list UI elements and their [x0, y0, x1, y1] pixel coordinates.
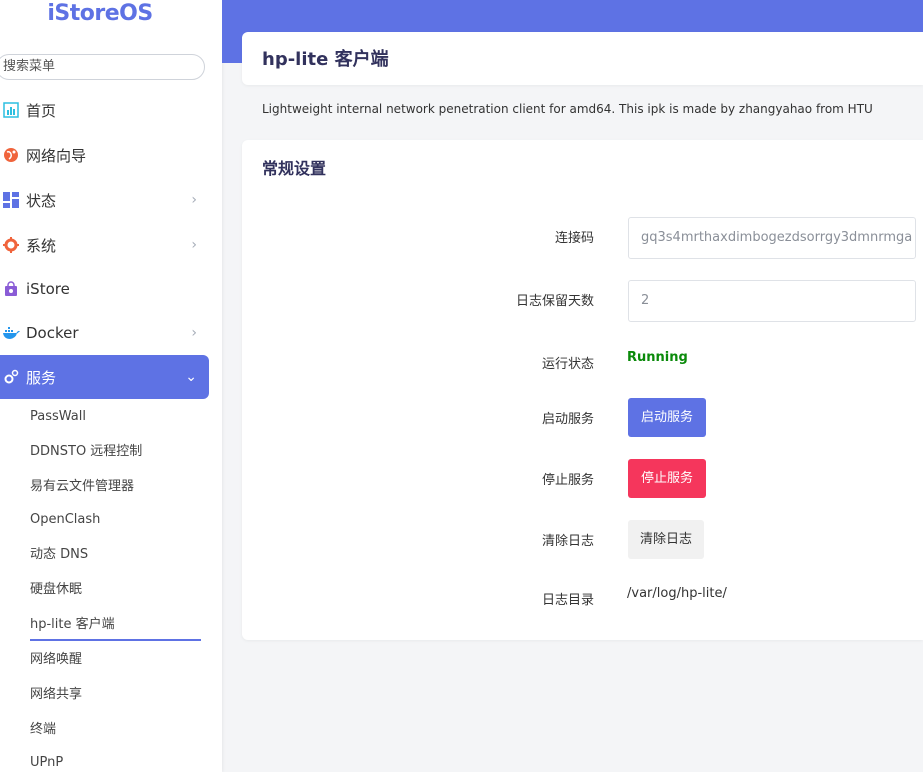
log-dir-value: /var/log/hp-lite/: [627, 586, 727, 601]
app-logo[interactable]: iStoreOS: [0, 0, 200, 30]
settings-section: 常规设置: [242, 140, 923, 640]
sub-item-ddns[interactable]: 动态 DNS: [30, 545, 88, 565]
nav-item-status[interactable]: 状态 ›: [0, 178, 209, 222]
sub-item-passwall[interactable]: PassWall: [30, 407, 86, 427]
log-days-input[interactable]: 2: [628, 280, 916, 322]
log-dir-label: 日志目录: [541, 593, 594, 608]
log-days-label: 日志保留天数: [515, 294, 594, 309]
run-status-label: 运行状态: [541, 357, 594, 372]
conn-code-label: 连接码: [554, 231, 594, 246]
nav-item-label: 状态: [26, 191, 57, 210]
chevron-right-icon: ›: [191, 237, 197, 253]
section-title: 常规设置: [262, 159, 327, 178]
chevron-down-icon: ⌄: [185, 369, 197, 385]
stop-service-label: 停止服务: [541, 473, 594, 488]
docker-whale-icon: [0, 326, 26, 340]
nav-item-label: iStore: [26, 280, 70, 298]
sidebar: iStoreOS 搜索菜单 首页 网络向导 状态 › 系统 › iStore D…: [0, 0, 222, 772]
page-description: Lightweight internal network penetration…: [262, 102, 873, 116]
dashboard-icon: [0, 192, 26, 208]
clear-log-button[interactable]: 清除日志: [628, 520, 704, 559]
home-chart-icon: [0, 102, 26, 118]
globe-icon: [0, 147, 26, 163]
conn-code-input[interactable]: gq3s4mrthaxdimbogezdsorrgy3dmnrmga: [628, 217, 916, 259]
sub-item-linkease[interactable]: 易有云文件管理器: [30, 477, 134, 497]
nav-item-home[interactable]: 首页: [0, 88, 209, 132]
page-title-card: hp-lite 客户端: [242, 32, 923, 85]
sub-item-disk-sleep[interactable]: 硬盘休眠: [30, 580, 82, 600]
nav-item-label: 首页: [26, 101, 57, 120]
store-bag-icon: [0, 281, 26, 297]
clear-log-label: 清除日志: [541, 534, 594, 549]
nav-item-label: 服务: [26, 368, 57, 387]
sub-item-wake-on-lan[interactable]: 网络唤醒: [30, 650, 82, 670]
page-title: hp-lite 客户端: [262, 49, 389, 70]
nav-item-label: 系统: [26, 236, 57, 255]
run-status-value: Running: [627, 350, 688, 365]
sub-item-upnp[interactable]: UPnP: [30, 753, 63, 772]
chevron-right-icon: ›: [191, 325, 197, 341]
sub-item-ddnsto[interactable]: DDNSTO 远程控制: [30, 442, 142, 462]
services-gears-icon: [0, 369, 26, 385]
chevron-right-icon: ›: [191, 192, 197, 208]
search-menu-input[interactable]: 搜索菜单: [0, 54, 205, 80]
nav-item-docker[interactable]: Docker ›: [0, 311, 209, 355]
sub-item-openclash[interactable]: OpenClash: [30, 510, 100, 530]
sub-item-network-share[interactable]: 网络共享: [30, 685, 82, 705]
sub-item-terminal[interactable]: 终端: [30, 720, 56, 740]
nav-item-label: 网络向导: [26, 146, 87, 165]
sub-item-hp-lite[interactable]: hp-lite 客户端: [30, 615, 115, 635]
nav-item-system[interactable]: 系统 ›: [0, 223, 209, 267]
gear-icon: [0, 237, 26, 253]
start-service-button[interactable]: 启动服务: [628, 398, 706, 437]
stop-service-button[interactable]: 停止服务: [628, 459, 706, 498]
nav-item-istore[interactable]: iStore: [0, 267, 209, 311]
active-sub-item-underline: [30, 639, 201, 641]
start-service-label: 启动服务: [541, 412, 594, 427]
nav-item-services[interactable]: 服务 ⌄: [0, 355, 209, 399]
nav-item-network-wizard[interactable]: 网络向导: [0, 133, 209, 177]
nav-item-label: Docker: [26, 324, 79, 342]
